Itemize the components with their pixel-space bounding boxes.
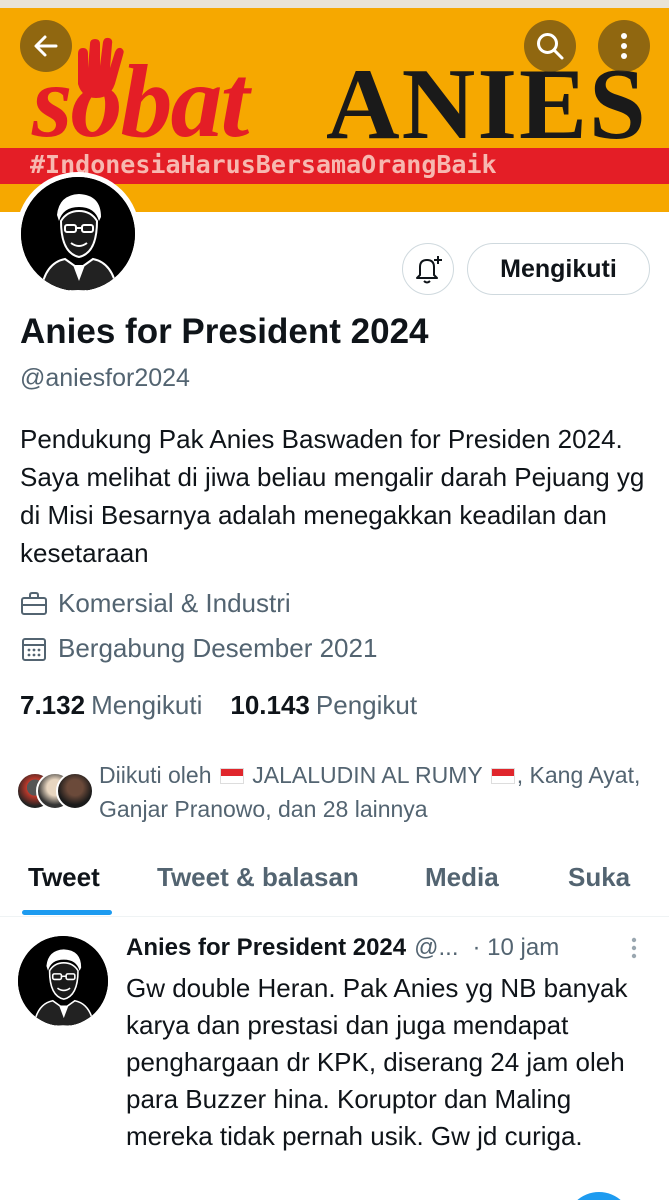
tab-media[interactable]: Media	[425, 862, 499, 893]
banner-top-edge	[0, 0, 669, 8]
tweet[interactable]: Anies for President 2024 @... · 10 jam G…	[0, 918, 669, 1200]
followers-count: 10.143	[230, 690, 310, 720]
more-vertical-icon	[621, 33, 627, 59]
tab-tweet-replies[interactable]: Tweet & balasan	[157, 862, 359, 893]
profile-bio: Pendukung Pak Anies Baswaden for Preside…	[20, 424, 645, 568]
avatar-portrait	[21, 177, 135, 291]
bell-plus-icon	[416, 256, 442, 284]
profile-category: Komersial & Industri	[20, 588, 291, 619]
followed-by-avatars	[16, 772, 96, 812]
tweet-author-avatar[interactable]	[18, 936, 108, 1026]
profile-category-label: Komersial & Industri	[58, 588, 291, 618]
more-options-button[interactable]	[598, 20, 650, 72]
following-stat[interactable]: 7.132 Mengikuti	[20, 690, 202, 721]
banner-word-anies: ANIES	[326, 48, 648, 161]
portrait-drawing	[18, 936, 108, 1026]
follower-avatar	[56, 772, 94, 810]
tweet-author-name[interactable]: Anies for President 2024	[126, 934, 406, 962]
indonesia-flag-icon	[219, 768, 244, 784]
followers-label: Pengikut	[315, 690, 418, 720]
tweet-header: Anies for President 2024 @... · 10 jam	[126, 934, 656, 962]
following-count: 7.132	[20, 690, 86, 720]
arrow-left-icon	[34, 35, 58, 57]
tweet-more-button[interactable]	[630, 936, 638, 965]
profile-joined-label: Bergabung Desember 2021	[58, 633, 378, 663]
following-button[interactable]: Mengikuti	[467, 243, 650, 295]
more-vertical-icon	[631, 937, 637, 959]
profile-stats: 7.132 Mengikuti 10.143 Pengikut	[20, 690, 445, 721]
profile-name: Anies for President 2024	[20, 312, 429, 351]
notifications-button[interactable]	[402, 243, 454, 295]
followed-by-text: Diikuti oleh JALALUDIN AL RUMY , Kang Ay…	[99, 758, 659, 826]
followed-by-row[interactable]: Diikuti oleh JALALUDIN AL RUMY , Kang Ay…	[16, 758, 656, 828]
profile-joined: Bergabung Desember 2021	[20, 633, 377, 664]
profile-handle: @aniesfor2024	[20, 364, 190, 392]
tweet-author-handle[interactable]: @...	[414, 934, 458, 962]
tab-likes[interactable]: Suka	[568, 862, 630, 893]
active-tab-indicator	[22, 910, 112, 915]
tweet-timestamp[interactable]: · 10 jam	[473, 934, 560, 962]
indonesia-flag-icon	[490, 768, 515, 784]
profile-avatar[interactable]	[16, 172, 140, 296]
followers-stat[interactable]: 10.143 Pengikut	[230, 690, 417, 721]
briefcase-icon	[21, 591, 47, 615]
following-label: Mengikuti	[91, 690, 203, 720]
tweet-text: Gw double Heran. Pak Anies yg NB banyak …	[126, 973, 628, 1151]
back-button[interactable]	[20, 20, 72, 72]
calendar-icon	[22, 637, 46, 661]
followed-by-name-one: JALALUDIN AL RUMY	[252, 762, 483, 788]
followed-by-prefix: Diikuti oleh	[99, 762, 212, 788]
search-button[interactable]	[524, 20, 576, 72]
portrait-drawing	[21, 177, 135, 291]
banner-hashtag: #IndonesiaHarusBersamaOrangBaik	[30, 150, 497, 179]
search-icon	[537, 33, 564, 60]
profile-tabs: Tweet Tweet & balasan Media Suka	[0, 850, 669, 917]
tab-tweet[interactable]: Tweet	[28, 862, 100, 893]
raised-hand-icon	[78, 37, 124, 98]
